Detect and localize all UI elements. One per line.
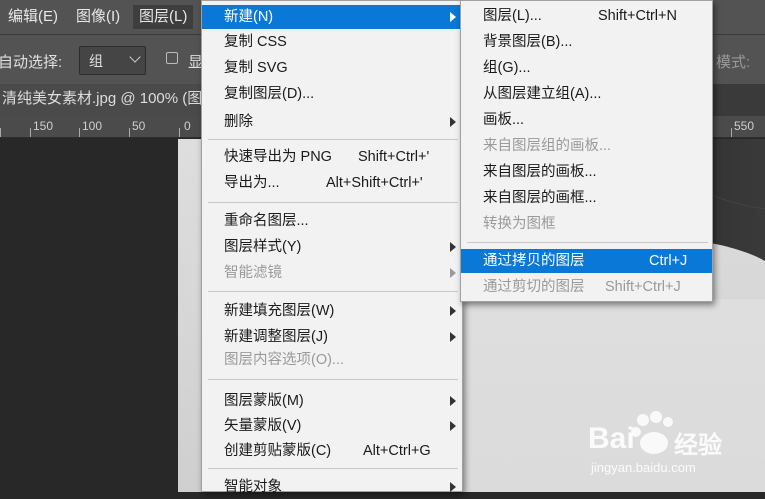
submenu-item-group[interactable]: 组(G)... <box>461 56 712 80</box>
ruler-tick-line <box>30 128 31 137</box>
show-transform-checkbox[interactable] <box>166 52 178 64</box>
menu-item-vector-mask[interactable]: 矢量蒙版(V) <box>202 414 462 438</box>
menu-item-new[interactable]: 新建(N) <box>202 5 462 29</box>
menu-separator <box>208 379 458 380</box>
ruler-label: 150 <box>33 119 54 133</box>
menu-item-layer-content-options: 图层内容选项(O)... <box>224 352 345 368</box>
menu-item-new-adjustment-layer[interactable]: 新建调整图层(J) <box>202 325 462 349</box>
submenu-arrow-icon <box>450 482 456 492</box>
ruler-tick-line <box>129 128 130 137</box>
submenu-arrow-icon <box>450 268 456 278</box>
submenu-arrow-icon <box>450 242 456 252</box>
auto-select-dropdown[interactable]: 组 <box>79 46 146 75</box>
submenu-arrow-icon <box>450 12 456 22</box>
menu-item-create-clipping-mask[interactable]: 创建剪贴蒙版(C) Alt+Ctrl+G <box>202 439 462 463</box>
menu-separator <box>208 291 458 292</box>
menu-item-layer-mask[interactable]: 图层蒙版(M) <box>202 389 462 413</box>
submenu-arrow-icon <box>450 306 456 316</box>
submenu-arrow-icon <box>450 117 456 127</box>
mode-label: 模式: <box>716 54 751 71</box>
document-tab[interactable]: 清纯美女素材.jpg @ 100% (图层 <box>0 84 232 116</box>
auto-select-label: 自动选择: <box>0 54 63 71</box>
submenu-item-artboard[interactable]: 画板... <box>461 108 712 132</box>
ruler-tick-line <box>731 128 732 137</box>
submenu-item-layer-via-cut: 通过剪切的图层 Shift+Ctrl+J <box>483 279 681 295</box>
menu-item-rename-layer[interactable]: 重命名图层... <box>202 209 462 233</box>
submenu-item-convert-to-frame: 转换为图框 <box>483 216 556 232</box>
menu-separator <box>208 139 458 140</box>
submenu-arrow-icon <box>450 332 456 342</box>
menu-item-layer-style[interactable]: 图层样式(Y) <box>202 235 462 259</box>
menu-item-duplicate-layer[interactable]: 复制图层(D)... <box>202 82 462 106</box>
submenu-item-background-layer[interactable]: 背景图层(B)... <box>461 30 712 54</box>
menu-item-new-fill-layer[interactable]: 新建填充图层(W) <box>202 299 462 323</box>
menu-item-copy-svg[interactable]: 复制 SVG <box>202 56 462 80</box>
menu-image[interactable]: 图像(I) <box>70 5 126 29</box>
submenu-item-artboard-from-layers[interactable]: 来自图层的画板... <box>461 160 712 184</box>
menu-separator <box>208 202 458 203</box>
watermark-brand-right: 经验 <box>674 432 722 459</box>
ruler-label: 0 <box>184 119 191 133</box>
baidu-watermark: Bai 经验 jingyan.baidu.com <box>588 408 763 492</box>
menu-separator <box>208 468 458 469</box>
ruler-label: 100 <box>82 119 103 133</box>
menu-item-copy-css[interactable]: 复制 CSS <box>202 30 462 54</box>
menu-edit[interactable]: 编辑(E) <box>2 5 64 29</box>
submenu-arrow-icon <box>450 396 456 406</box>
menu-item-quick-export-png[interactable]: 快速导出为 PNG Shift+Ctrl+' <box>202 145 462 169</box>
new-submenu: 图层(L)... Shift+Ctrl+N 背景图层(B)... 组(G)... … <box>460 0 713 302</box>
menu-item-delete[interactable]: 删除 <box>202 110 462 134</box>
submenu-arrow-icon <box>450 421 456 431</box>
watermark-brand-left: Bai <box>588 422 635 455</box>
menu-layer[interactable]: 图层(L) <box>133 5 194 29</box>
ruler-tick-line <box>179 128 180 137</box>
submenu-item-group-from-layers[interactable]: 从图层建立组(A)... <box>461 82 712 106</box>
menu-separator <box>467 242 708 243</box>
watermark-url: jingyan.baidu.com <box>591 460 696 475</box>
ruler-label: 50 <box>132 119 146 133</box>
submenu-item-artboard-from-group: 来自图层组的画板... <box>483 138 612 154</box>
menu-item-smart-object[interactable]: 智能对象 <box>202 475 462 499</box>
submenu-item-layer-via-copy[interactable]: 通过拷贝的图层 Ctrl+J <box>461 249 712 273</box>
ruler-label: 550 <box>734 119 755 133</box>
auto-select-value: 组 <box>89 53 103 69</box>
submenu-item-layer[interactable]: 图层(L)... Shift+Ctrl+N <box>461 4 712 28</box>
submenu-item-frame-from-layers[interactable]: 来自图层的画框... <box>461 186 712 210</box>
chevron-down-icon <box>129 51 141 63</box>
ruler-tick-line <box>79 128 80 137</box>
menu-item-smart-filter: 智能滤镜 <box>202 261 462 285</box>
menu-item-export-as[interactable]: 导出为... Alt+Shift+Ctrl+' <box>202 171 462 195</box>
layer-menu: 新建(N) 复制 CSS 复制 SVG 复制图层(D)... 删除 快速导出为 … <box>201 0 463 495</box>
ruler-tick-line <box>0 128 1 137</box>
